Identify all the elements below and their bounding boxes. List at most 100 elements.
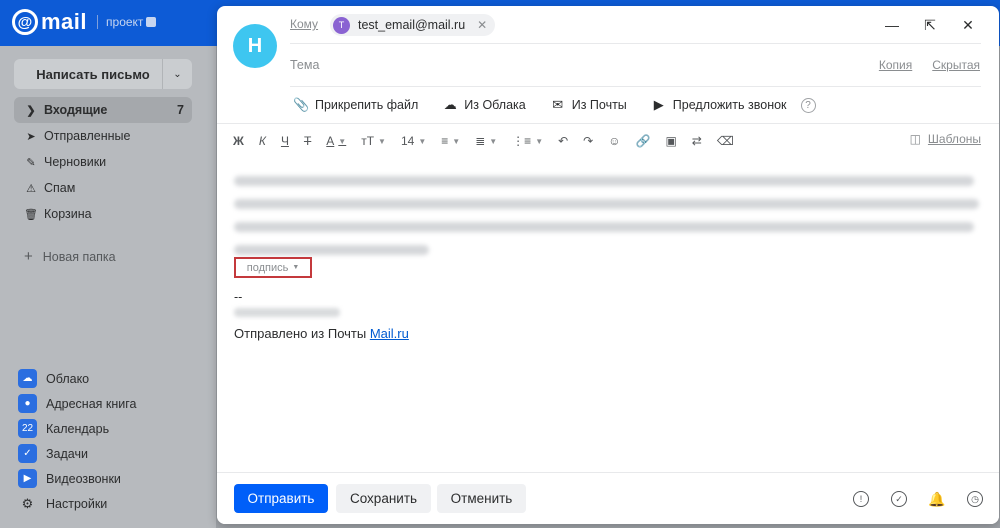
image-icon: ▣ <box>665 134 677 148</box>
sidebar-item-drafts[interactable]: ✎ Черновики <box>14 149 192 175</box>
bcc-link[interactable]: Скрытая <box>932 58 980 72</box>
app-calendar[interactable]: 22 Календарь <box>18 416 208 441</box>
sidebar-item-inbox[interactable]: ❯ Входящие 7 <box>14 97 192 123</box>
link-icon: 🔗 <box>635 134 651 148</box>
new-folder-button[interactable]: + Новая папка <box>24 248 116 265</box>
emoji-button[interactable]: ☺ <box>608 134 620 148</box>
font-size-select[interactable]: 14 ▼ <box>401 134 426 148</box>
divider <box>290 43 981 44</box>
blurred-text-line <box>234 222 974 232</box>
attach-label: Из Почты <box>571 98 627 112</box>
from-cloud-button[interactable]: ☁ Из Облака <box>442 97 526 113</box>
app-video-calls[interactable]: ▶ Видеозвонки <box>18 466 208 491</box>
compose-button[interactable]: Написать письмо ⌄ <box>14 59 192 89</box>
eraser-icon: ⌫ <box>716 134 734 148</box>
app-label: Настройки <box>46 496 108 511</box>
send-button[interactable]: Отправить <box>234 484 328 513</box>
cc-link[interactable]: Копия <box>879 58 912 72</box>
redo-icon: ↷ <box>583 134 594 148</box>
divider <box>217 123 999 124</box>
redo-button[interactable]: ↷ <box>583 134 593 148</box>
sidebar-item-label: Входящие <box>44 103 108 117</box>
app-cloud[interactable]: ☁ Облако <box>18 366 208 391</box>
divider <box>290 86 981 87</box>
templates-button[interactable]: ◫ Шаблоны <box>910 132 981 146</box>
sidebar-item-label: Отправленные <box>44 129 131 143</box>
mail-logo[interactable]: @ mail проект <box>12 9 157 35</box>
apps-list: ☁ Облако ● Адресная книга 22 Календарь ✓… <box>18 366 208 516</box>
priority-icon[interactable]: ! <box>853 491 869 507</box>
chevron-down-icon: ▼ <box>452 136 461 146</box>
folder-list: ❯ Входящие 7 ➤ Отправленные ✎ Черновики … <box>14 97 192 227</box>
sidebar-item-label: Корзина <box>44 207 92 221</box>
send-icon: ➤ <box>26 130 36 143</box>
undo-icon: ↶ <box>558 134 569 148</box>
font-size-icon-button[interactable]: тТ ▼ <box>361 134 386 148</box>
remove-recipient-icon[interactable]: ✕ <box>477 18 487 32</box>
compose-dropdown-icon[interactable]: ⌄ <box>162 59 192 89</box>
gear-icon: ⚙ <box>21 495 34 511</box>
sender-avatar[interactable]: H <box>233 24 277 68</box>
envelope-icon: ✉ <box>552 97 564 112</box>
expand-icon[interactable]: ⇱ <box>919 14 941 36</box>
templates-label: Шаблоны <box>927 132 981 146</box>
help-icon[interactable]: ? <box>800 97 816 113</box>
indent-button[interactable]: ≣ ▼ <box>475 134 497 148</box>
suggest-call-button[interactable]: ▶ Предложить звонок <box>651 97 787 113</box>
app-label: Календарь <box>46 421 110 436</box>
app-address-book[interactable]: ● Адресная книга <box>18 391 208 416</box>
translit-button[interactable]: ⇄ <box>692 134 702 148</box>
app-tasks[interactable]: ✓ Задачи <box>18 441 208 466</box>
bold-button[interactable]: Ж <box>233 134 244 148</box>
unread-count: 7 <box>177 103 184 117</box>
sidebar-item-label: Спам <box>44 181 76 195</box>
bell-icon[interactable]: 🔔 <box>928 491 945 507</box>
cc-links: Копия Скрытая <box>859 58 980 72</box>
save-button[interactable]: Сохранить <box>336 484 431 513</box>
video-camera-icon: ▶ <box>18 469 37 488</box>
undo-button[interactable]: ↶ <box>558 134 568 148</box>
signature-label: подпись <box>246 261 289 274</box>
from-mail-button[interactable]: ✉ Из Почты <box>550 97 627 113</box>
chevron-down-icon: ▼ <box>535 136 544 146</box>
recipient-chip[interactable]: T test_email@mail.ru ✕ <box>330 14 496 36</box>
sidebar-item-spam[interactable]: ⚠ Спам <box>14 175 192 201</box>
sidebar-item-trash[interactable]: 🗑 Корзина <box>14 201 192 227</box>
attach-label: Из Облака <box>464 98 526 112</box>
close-icon[interactable]: ✕ <box>957 14 979 36</box>
blurred-text-line <box>234 199 979 209</box>
attach-file-button[interactable]: 📎 Прикрепить файл <box>293 97 418 113</box>
image-button[interactable]: ▣ <box>665 134 676 148</box>
translit-icon: ⇄ <box>691 134 702 148</box>
underline-button[interactable]: Ч <box>281 134 289 148</box>
contacts-icon: ● <box>18 394 37 413</box>
strikethrough-button[interactable]: Т <box>304 134 311 148</box>
text-color-button[interactable]: А ▼ <box>326 134 346 148</box>
list-button[interactable]: ⋮≡ ▼ <box>512 134 543 148</box>
mailru-link[interactable]: Mail.ru <box>370 326 409 341</box>
to-label[interactable]: Кому <box>290 17 318 31</box>
app-settings[interactable]: ⚙ Настройки <box>18 491 208 516</box>
italic-button[interactable]: К <box>259 134 266 148</box>
chevron-down-icon: ▼ <box>292 264 300 271</box>
clock-icon[interactable]: ◷ <box>967 491 983 507</box>
footer-icons: ! ✓ 🔔 ◷ <box>831 491 983 507</box>
subject-input[interactable]: Тема <box>290 58 319 72</box>
window-controls: — ⇱ ✕ <box>865 14 979 36</box>
minimize-icon[interactable]: — <box>881 14 903 36</box>
read-receipt-icon[interactable]: ✓ <box>891 491 907 507</box>
signature-select[interactable]: подпись ▼ <box>234 257 312 278</box>
link-button[interactable]: 🔗 <box>636 134 651 148</box>
compose-footer: Отправить Сохранить Отменить ! ✓ 🔔 ◷ <box>217 472 999 524</box>
attach-row: 📎 Прикрепить файл ☁ Из Облака ✉ Из Почты… <box>293 95 816 115</box>
align-left-icon: ≡ <box>441 134 449 148</box>
chevron-right-icon: ❯ <box>26 104 36 117</box>
plus-icon: + <box>24 248 33 265</box>
sidebar-item-sent[interactable]: ➤ Отправленные <box>14 123 192 149</box>
blurred-signature-name <box>234 308 340 317</box>
recipient-avatar: T <box>333 16 350 34</box>
message-body[interactable] <box>234 176 979 268</box>
clear-format-button[interactable]: ⌫ <box>717 134 734 148</box>
align-button[interactable]: ≡ ▼ <box>441 134 460 148</box>
cancel-button[interactable]: Отменить <box>437 484 526 513</box>
